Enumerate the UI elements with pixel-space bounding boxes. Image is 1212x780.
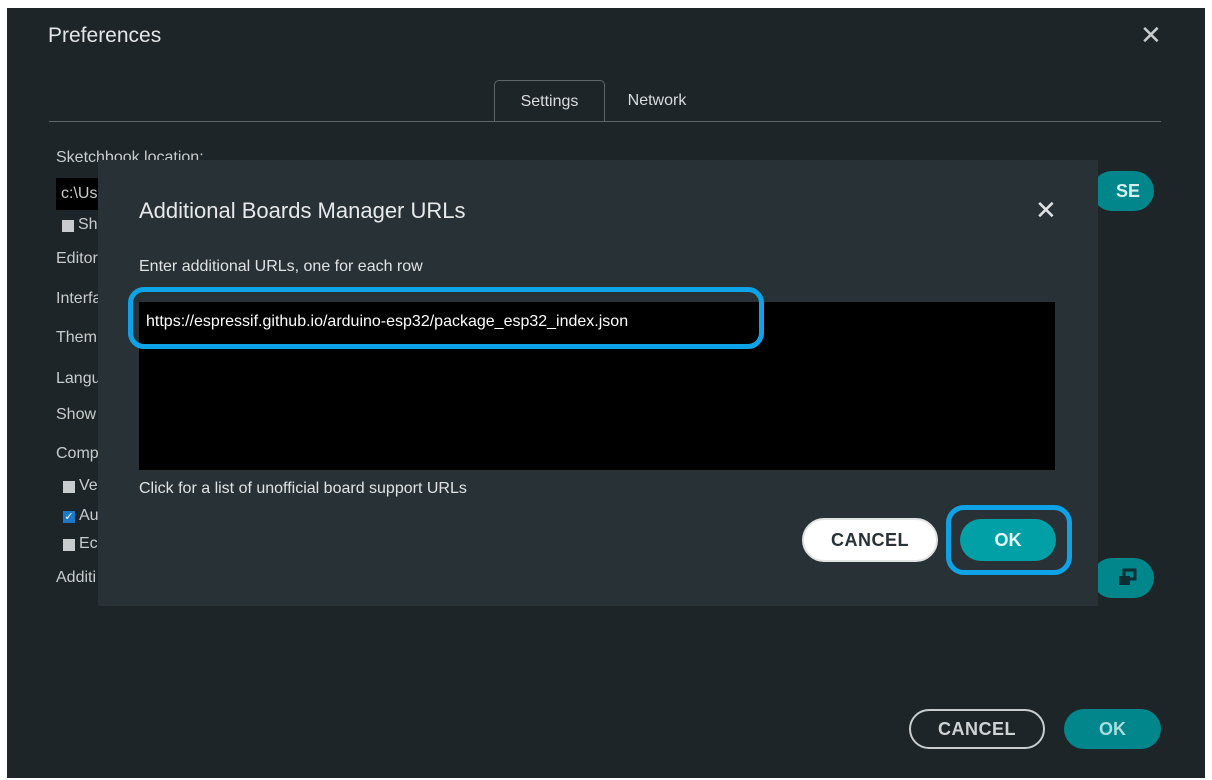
tab-settings[interactable]: Settings [494, 80, 605, 122]
verify-label: Ve [79, 477, 98, 494]
dialog-cancel-button[interactable]: CANCEL [802, 518, 938, 562]
editor-font-label: Editor [56, 250, 98, 267]
compiler-warnings-label: Comp [56, 445, 99, 462]
window-title: Preferences [48, 24, 162, 47]
browse-button[interactable]: SE [1092, 171, 1154, 211]
theme-label: Them [56, 329, 97, 346]
language-label: Langu [56, 370, 101, 387]
auto-save-label: Au [79, 507, 99, 524]
tab-network[interactable]: Network [612, 80, 702, 122]
dialog-title: Additional Boards Manager URLs [139, 198, 466, 223]
interface-scale-label: Interfa [56, 290, 102, 307]
close-icon[interactable]: ✕ [1035, 197, 1057, 223]
auto-save-checkbox[interactable]: ✓ [63, 511, 75, 523]
tabs-divider [49, 121, 1161, 122]
dialog-ok-button[interactable]: OK [960, 519, 1056, 561]
show-files-label: Sh [78, 216, 98, 233]
editor-quick-suggestions-label: Ec [79, 535, 98, 552]
additional-urls-label: Additi [56, 569, 97, 586]
show-verbose-label: Show [56, 406, 97, 423]
dialog-instruction: Enter additional URLs, one for each row [139, 258, 423, 275]
editor-quick-suggestions-checkbox[interactable] [63, 539, 75, 551]
cancel-button[interactable]: CANCEL [909, 709, 1045, 749]
additional-boards-dialog: Additional Boards Manager URLs ✕ Enter a… [98, 160, 1098, 606]
show-files-checkbox[interactable] [62, 220, 74, 232]
unofficial-urls-link[interactable]: Click for a list of unofficial board sup… [139, 480, 467, 498]
ok-button[interactable]: OK [1064, 709, 1161, 749]
checkmark-icon: ✓ [64, 511, 74, 523]
verify-checkbox[interactable] [63, 481, 75, 493]
window-stack-icon [1119, 568, 1137, 585]
url-highlight-outline [128, 287, 764, 349]
edit-urls-button[interactable] [1092, 558, 1154, 598]
close-icon[interactable]: ✕ [1140, 22, 1162, 48]
